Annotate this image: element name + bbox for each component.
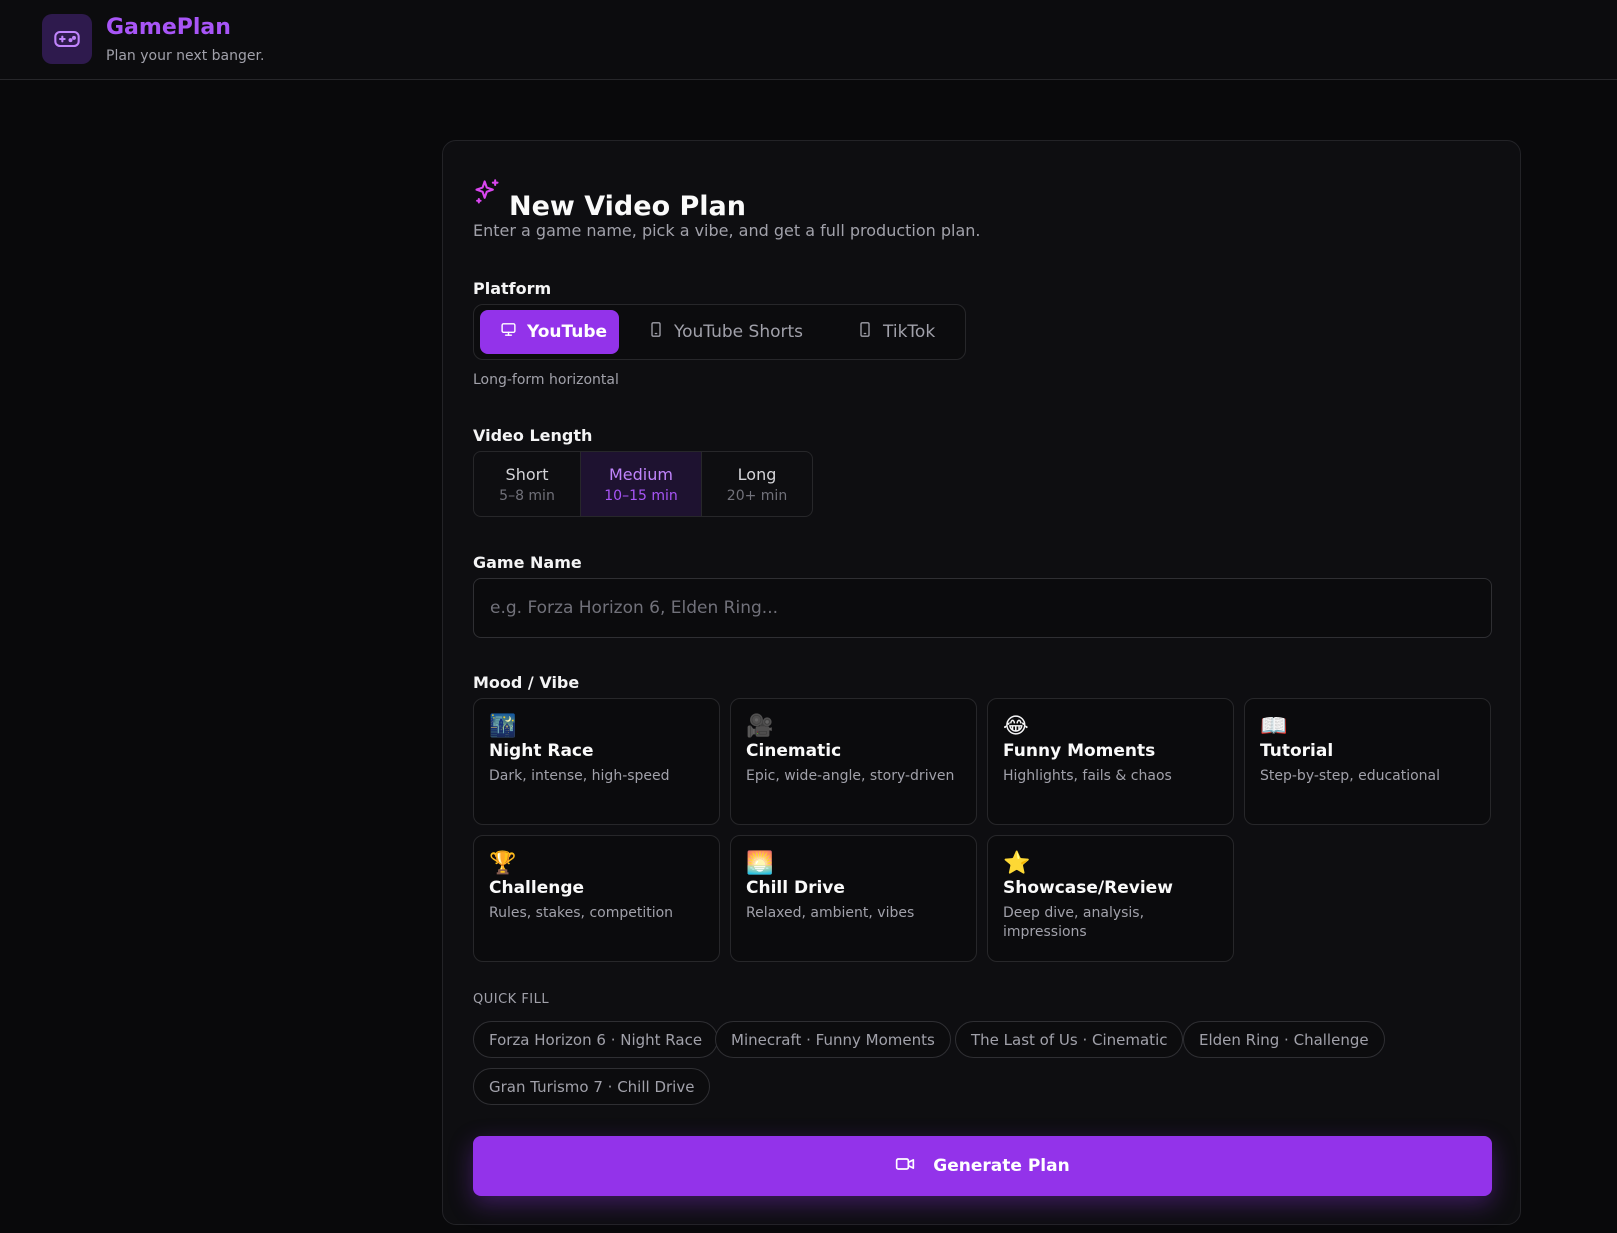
length-option-label: Medium bbox=[609, 464, 673, 484]
platform-hint: Long-form horizontal bbox=[473, 372, 619, 388]
app-tagline: Plan your next banger. bbox=[106, 48, 265, 64]
length-option-long[interactable]: Long 20+ min bbox=[702, 452, 812, 516]
quick-fill-chip[interactable]: Minecraft · Funny Moments bbox=[715, 1021, 951, 1058]
platform-option-label: YouTube Shorts bbox=[674, 322, 804, 342]
mood-option-description: Rules, stakes, competition bbox=[489, 905, 674, 921]
length-option-range: 10–15 min bbox=[604, 487, 678, 504]
video-camera-icon bbox=[895, 1154, 915, 1179]
open-book-icon: 📖 bbox=[1260, 714, 1288, 739]
page-subtitle: Enter a game name, pick a vibe, and get … bbox=[473, 221, 981, 240]
quick-fill-chip[interactable]: Elden Ring · Challenge bbox=[1183, 1021, 1385, 1058]
mood-option-description: Dark, intense, high-speed bbox=[489, 768, 670, 784]
length-option-label: Long bbox=[737, 464, 777, 484]
laughing-face-icon: 😂 bbox=[1003, 714, 1029, 739]
quick-fill-chip[interactable]: Forza Horizon 6 · Night Race bbox=[473, 1021, 719, 1058]
mood-option-funny-moments[interactable]: 😂 Funny Moments Highlights, fails & chao… bbox=[987, 698, 1234, 825]
sunset-icon: 🌅 bbox=[746, 851, 774, 876]
game-name-input[interactable] bbox=[473, 578, 1492, 638]
smartphone-icon bbox=[857, 321, 873, 343]
mood-option-challenge[interactable]: 🏆 Challenge Rules, stakes, competition bbox=[473, 835, 720, 962]
star-icon: ⭐ bbox=[1003, 851, 1031, 876]
length-option-label: Short bbox=[505, 464, 549, 484]
gamepad-icon bbox=[42, 14, 92, 64]
app-name: GamePlan bbox=[106, 15, 231, 40]
mood-option-title: Tutorial bbox=[1260, 741, 1334, 761]
city-night-icon: 🌃 bbox=[489, 714, 517, 739]
length-option-medium[interactable]: Medium 10–15 min bbox=[581, 452, 702, 516]
platform-option-label: YouTube bbox=[527, 322, 608, 342]
mood-vibe-label: Mood / Vibe bbox=[473, 673, 580, 692]
movie-camera-icon: 🎥 bbox=[746, 714, 774, 739]
mood-option-title: Cinematic bbox=[746, 741, 842, 761]
mood-option-tutorial[interactable]: 📖 Tutorial Step-by-step, educational bbox=[1244, 698, 1491, 825]
mood-option-title: Challenge bbox=[489, 878, 585, 898]
mood-option-description: Highlights, fails & chaos bbox=[1003, 768, 1172, 784]
mood-option-description: Deep dive, analysis, impressions bbox=[1003, 905, 1145, 940]
quick-fill-chip[interactable]: The Last of Us · Cinematic bbox=[955, 1021, 1184, 1058]
mood-option-chill-drive[interactable]: 🌅 Chill Drive Relaxed, ambient, vibes bbox=[730, 835, 977, 962]
video-length-label: Video Length bbox=[473, 426, 593, 445]
page-title: New Video Plan bbox=[509, 191, 747, 222]
quick-fill-chip[interactable]: Gran Turismo 7 · Chill Drive bbox=[473, 1068, 711, 1105]
mood-option-showcase-review[interactable]: ⭐ Showcase/Review Deep dive, analysis, i… bbox=[987, 835, 1234, 962]
mood-option-title: Showcase/Review bbox=[1003, 878, 1173, 898]
length-option-short[interactable]: Short 5–8 min bbox=[474, 452, 581, 516]
game-name-label: Game Name bbox=[473, 553, 582, 572]
mood-option-title: Funny Moments bbox=[1003, 741, 1156, 761]
mood-option-title: Chill Drive bbox=[746, 878, 845, 898]
mood-option-description: Relaxed, ambient, vibes bbox=[746, 905, 915, 921]
smartphone-icon bbox=[648, 321, 664, 343]
length-option-range: 20+ min bbox=[726, 487, 788, 504]
quick-fill-label: QUICK FILL bbox=[473, 992, 550, 1007]
mood-option-description: Epic, wide-angle, story-driven bbox=[746, 768, 955, 784]
platform-option-label: TikTok bbox=[883, 322, 936, 342]
trophy-icon: 🏆 bbox=[489, 851, 517, 876]
generate-plan-label: Generate Plan bbox=[933, 1156, 1070, 1176]
platform-option-tiktok[interactable]: TikTok bbox=[837, 310, 957, 354]
platform-selector: YouTube YouTube Shorts TikTok bbox=[473, 304, 966, 360]
platform-option-youtube-shorts[interactable]: YouTube Shorts bbox=[628, 310, 828, 354]
monitor-icon bbox=[500, 321, 517, 343]
length-option-range: 5–8 min bbox=[499, 487, 555, 504]
mood-option-cinematic[interactable]: 🎥 Cinematic Epic, wide-angle, story-driv… bbox=[730, 698, 977, 825]
app-header: GamePlan Plan your next banger. bbox=[0, 0, 1617, 80]
video-plan-card: New Video Plan Enter a game name, pick a… bbox=[442, 140, 1521, 1225]
mood-option-title: Night Race bbox=[489, 741, 594, 761]
platform-option-youtube[interactable]: YouTube bbox=[480, 310, 619, 354]
mood-option-description: Step-by-step, educational bbox=[1260, 768, 1441, 784]
platform-label: Platform bbox=[473, 279, 552, 298]
video-length-selector: Short 5–8 min Medium 10–15 min Long 20+ … bbox=[473, 451, 813, 517]
mood-option-night-race[interactable]: 🌃 Night Race Dark, intense, high-speed bbox=[473, 698, 720, 825]
sparkles-icon bbox=[473, 178, 501, 210]
generate-plan-button[interactable]: Generate Plan bbox=[473, 1136, 1492, 1196]
